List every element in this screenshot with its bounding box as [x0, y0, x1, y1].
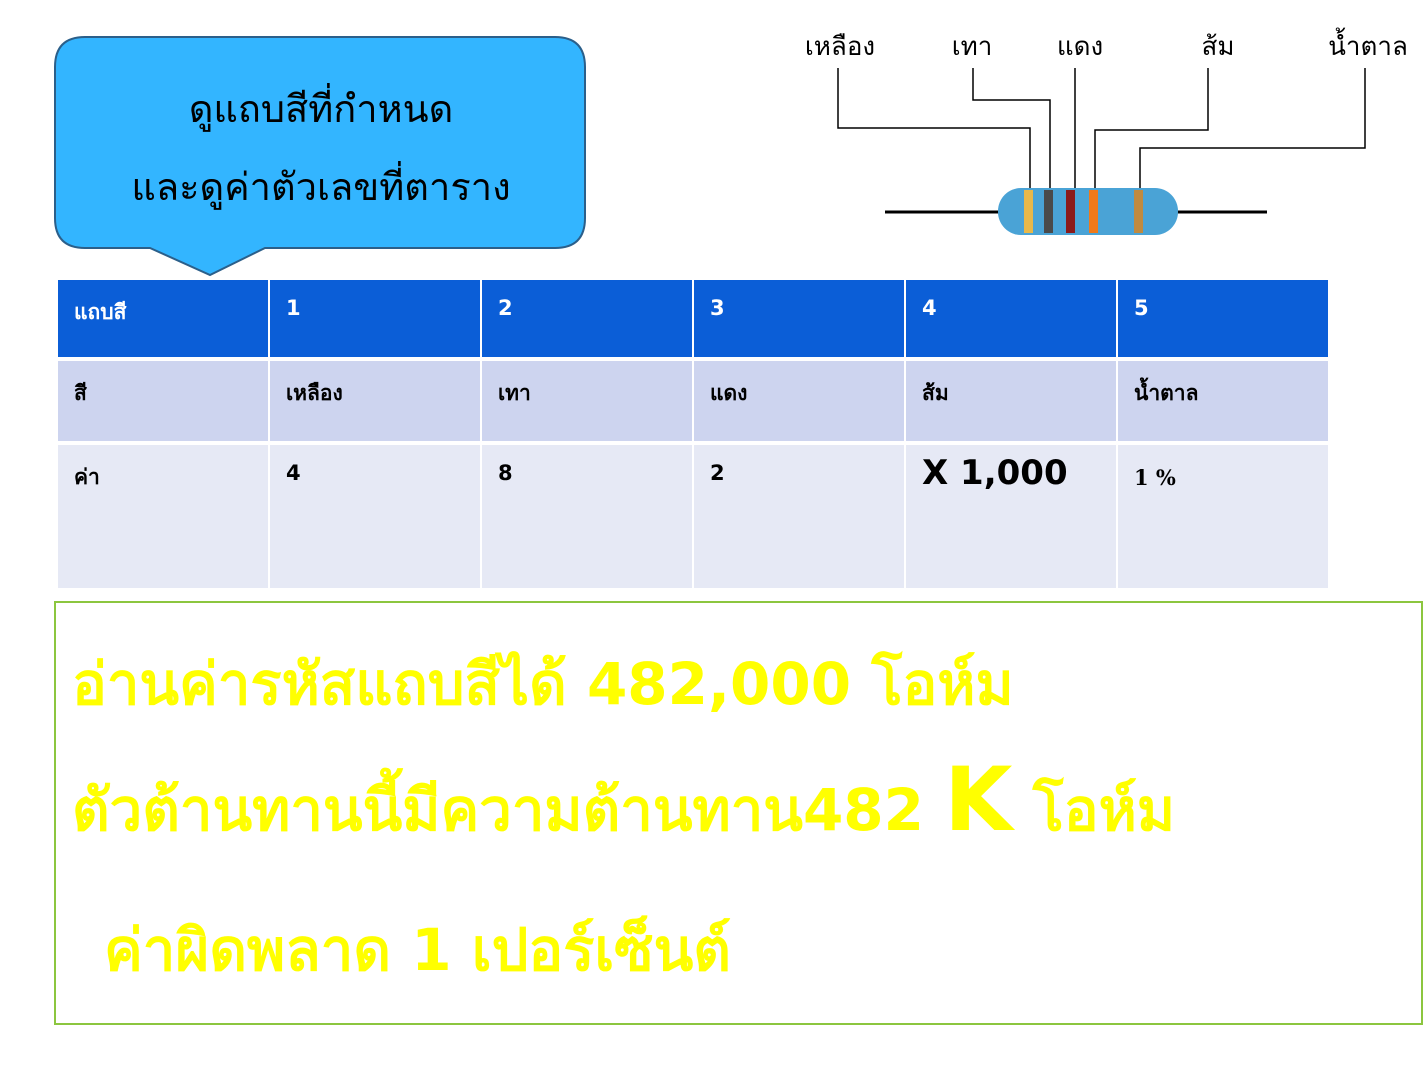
- color-cell-1: เหลือง: [270, 361, 480, 441]
- summary-line-2-text: ตัวต้านทานนี้มีความต้านทาน482: [72, 776, 945, 844]
- header-cell-4: 4: [906, 280, 1116, 357]
- color-code-table: แถบสี 1 2 3 4 5 สี เหลือง เทา แดง ส้ม น้…: [58, 280, 1328, 588]
- value-cell-4-multiplier: X 1,000: [906, 445, 1116, 588]
- resistor-band-5: [1134, 190, 1143, 233]
- summary-box: อ่านค่ารหัสแถบสีได้ 482,000 โอห์ม ตัวต้า…: [54, 601, 1423, 1025]
- color-cell-5: น้ำตาล: [1118, 361, 1328, 441]
- label-brown: น้ำตาล: [1328, 27, 1408, 62]
- color-cell-3: แดง: [694, 361, 904, 441]
- summary-line-2-end: โอห์ม: [1012, 776, 1176, 844]
- resistor-band-3: [1066, 190, 1075, 233]
- label-red: แดง: [1057, 32, 1103, 62]
- value-cell-3: 2: [694, 445, 904, 588]
- value-row-label: ค่า: [58, 445, 268, 588]
- header-cell-2: 2: [482, 280, 692, 357]
- value-cell-2: 8: [482, 445, 692, 588]
- summary-line-2: ตัวต้านทานนี้มีความต้านทาน482 K โอห์ม: [72, 756, 1176, 856]
- color-cell-2: เทา: [482, 361, 692, 441]
- leader-line-gray: [972, 68, 1051, 190]
- resistor-band-4: [1089, 190, 1098, 233]
- color-row-label: สี: [58, 361, 268, 441]
- summary-line-1: อ่านค่ารหัสแถบสีได้ 482,000 โอห์ม: [72, 650, 1014, 718]
- label-yellow: เหลือง: [805, 32, 875, 62]
- header-cell-5: 5: [1118, 280, 1328, 357]
- callout-line-1: ดูแถบสีที่กำหนด: [188, 87, 454, 131]
- leader-line-brown: [1139, 68, 1366, 190]
- value-cell-1: 4: [270, 445, 480, 588]
- header-cell-band: แถบสี: [58, 280, 268, 357]
- resistor-diagram: เหลือง เทา แดง ส้ม น้ำตาล: [805, 27, 1408, 235]
- value-cell-5-tolerance: 1 %: [1118, 445, 1328, 588]
- summary-line-3: ค่าผิดพลาด 1 เปอร์เซ็นต์: [104, 916, 731, 984]
- color-cell-4: ส้ม: [906, 361, 1116, 441]
- header-cell-3: 3: [694, 280, 904, 357]
- resistor-band-2: [1044, 190, 1053, 233]
- label-orange: ส้ม: [1201, 32, 1234, 62]
- label-gray: เทา: [952, 32, 993, 62]
- leader-line-orange: [1094, 68, 1209, 190]
- summary-line-2-unit: K: [944, 748, 1013, 851]
- callout-line-2: และดูค่าตัวเลขที่ตาราง: [131, 165, 511, 209]
- callout-text: ดูแถบสีที่กำหนด และดูค่าตัวเลขที่ตาราง: [57, 70, 585, 226]
- leader-line-yellow: [837, 68, 1031, 190]
- header-cell-1: 1: [270, 280, 480, 357]
- resistor-band-1: [1024, 190, 1033, 233]
